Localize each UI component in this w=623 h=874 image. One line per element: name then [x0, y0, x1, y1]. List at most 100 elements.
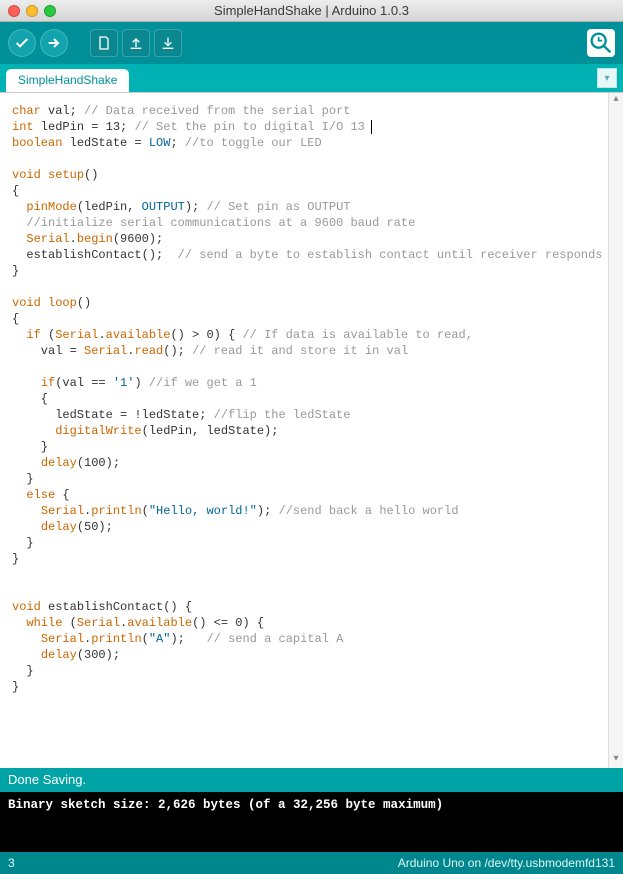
code-token: else	[26, 488, 55, 502]
code-token: );	[257, 504, 279, 518]
code-token: // Set the pin to digital I/O 13	[134, 120, 364, 134]
code-token: // If data is available to read,	[242, 328, 472, 342]
code-token: // Set pin as OUTPUT	[206, 200, 350, 214]
code-token: Serial	[41, 632, 84, 646]
code-token: Serial	[26, 232, 69, 246]
code-token: void	[12, 168, 41, 182]
code-token: {	[12, 392, 48, 406]
code-token: //send back a hello world	[279, 504, 459, 518]
code-token: (	[142, 504, 149, 518]
code-token: void	[12, 296, 41, 310]
code-token: int	[12, 120, 34, 134]
code-token: () <= 0) {	[192, 616, 264, 630]
scroll-down-arrow-icon[interactable]: ▾	[609, 753, 623, 768]
code-token: // send a capital A	[206, 632, 343, 646]
code-token: void	[12, 600, 41, 614]
code-token: ;	[170, 136, 184, 150]
code-token: }	[12, 264, 19, 278]
code-token: // Data received from the serial port	[84, 104, 350, 118]
code-token: Serial	[77, 616, 120, 630]
code-token: );	[185, 200, 207, 214]
tab-menu-button[interactable]: ▾	[597, 68, 617, 88]
code-token: )	[134, 376, 148, 390]
code-token: if	[41, 376, 55, 390]
code-token: ledPin = 13;	[34, 120, 135, 134]
new-sketch-button[interactable]	[90, 29, 118, 57]
window-titlebar: SimpleHandShake | Arduino 1.0.3	[0, 0, 623, 22]
chevron-down-icon: ▾	[604, 73, 609, 84]
code-token	[12, 504, 41, 518]
line-number: 3	[8, 856, 15, 870]
code-token: }	[12, 536, 34, 550]
code-token	[12, 376, 41, 390]
code-token: digitalWrite	[55, 424, 141, 438]
code-token: establishContact();	[12, 248, 178, 262]
code-token: if	[26, 328, 40, 342]
code-token: }	[12, 552, 19, 566]
code-token: while	[26, 616, 62, 630]
code-token	[12, 632, 41, 646]
code-token: () > 0) {	[170, 328, 242, 342]
code-token	[12, 232, 26, 246]
code-token: setup	[48, 168, 84, 182]
code-token	[12, 424, 55, 438]
code-token: Serial	[41, 504, 84, 518]
code-token: (50);	[77, 520, 113, 534]
code-token	[12, 216, 26, 230]
text-cursor	[371, 120, 372, 134]
code-token: //initialize serial communications at a …	[26, 216, 415, 230]
code-token: '1'	[113, 376, 135, 390]
code-token: LOW	[149, 136, 171, 150]
code-token: pinMode	[26, 200, 76, 214]
code-token: (	[142, 632, 149, 646]
verify-button[interactable]	[8, 29, 36, 57]
close-window-button[interactable]	[8, 5, 20, 17]
code-token: Serial	[55, 328, 98, 342]
code-token	[12, 616, 26, 630]
code-token: println	[91, 632, 141, 646]
code-token: delay	[41, 456, 77, 470]
code-token: begin	[77, 232, 113, 246]
code-token: }	[12, 440, 48, 454]
minimize-window-button[interactable]	[26, 5, 38, 17]
serial-monitor-button[interactable]	[587, 29, 615, 57]
upload-button[interactable]	[40, 29, 68, 57]
code-token: ()	[84, 168, 98, 182]
vertical-scrollbar[interactable]: ▴ ▾	[608, 93, 623, 768]
arrow-up-icon	[128, 35, 144, 51]
code-token: }	[12, 472, 34, 486]
code-token: val;	[41, 104, 84, 118]
code-token: (val ==	[55, 376, 113, 390]
output-console: Binary sketch size: 2,626 bytes (of a 32…	[0, 792, 623, 852]
code-token	[12, 200, 26, 214]
sketch-tab-bar: SimpleHandShake ▾	[0, 64, 623, 92]
scroll-up-arrow-icon[interactable]: ▴	[609, 93, 623, 108]
code-token: delay	[41, 648, 77, 662]
editor-area: char val; // Data received from the seri…	[0, 92, 623, 768]
sketch-tab[interactable]: SimpleHandShake	[6, 69, 129, 92]
serial-monitor-icon	[587, 29, 615, 57]
code-token: (300);	[77, 648, 120, 662]
code-token: println	[91, 504, 141, 518]
code-token: char	[12, 104, 41, 118]
code-token: delay	[41, 520, 77, 534]
code-token: ()	[77, 296, 91, 310]
code-token: Serial	[84, 344, 127, 358]
arrow-right-icon	[46, 35, 62, 51]
code-token: // read it and store it in val	[192, 344, 408, 358]
code-token: val =	[12, 344, 84, 358]
code-token: .	[98, 328, 105, 342]
file-icon	[96, 35, 112, 51]
code-token	[41, 296, 48, 310]
code-token: boolean	[12, 136, 62, 150]
code-token: ();	[163, 344, 192, 358]
zoom-window-button[interactable]	[44, 5, 56, 17]
open-sketch-button[interactable]	[122, 29, 150, 57]
code-token: {	[12, 184, 19, 198]
code-token: // send a byte to establish contact unti…	[178, 248, 603, 262]
board-port-label: Arduino Uno on /dev/tty.usbmodemfd131	[398, 856, 615, 870]
code-editor[interactable]: char val; // Data received from the seri…	[0, 93, 608, 768]
code-token: OUTPUT	[142, 200, 185, 214]
console-line: Binary sketch size: 2,626 bytes (of a 32…	[8, 798, 443, 812]
save-sketch-button[interactable]	[154, 29, 182, 57]
